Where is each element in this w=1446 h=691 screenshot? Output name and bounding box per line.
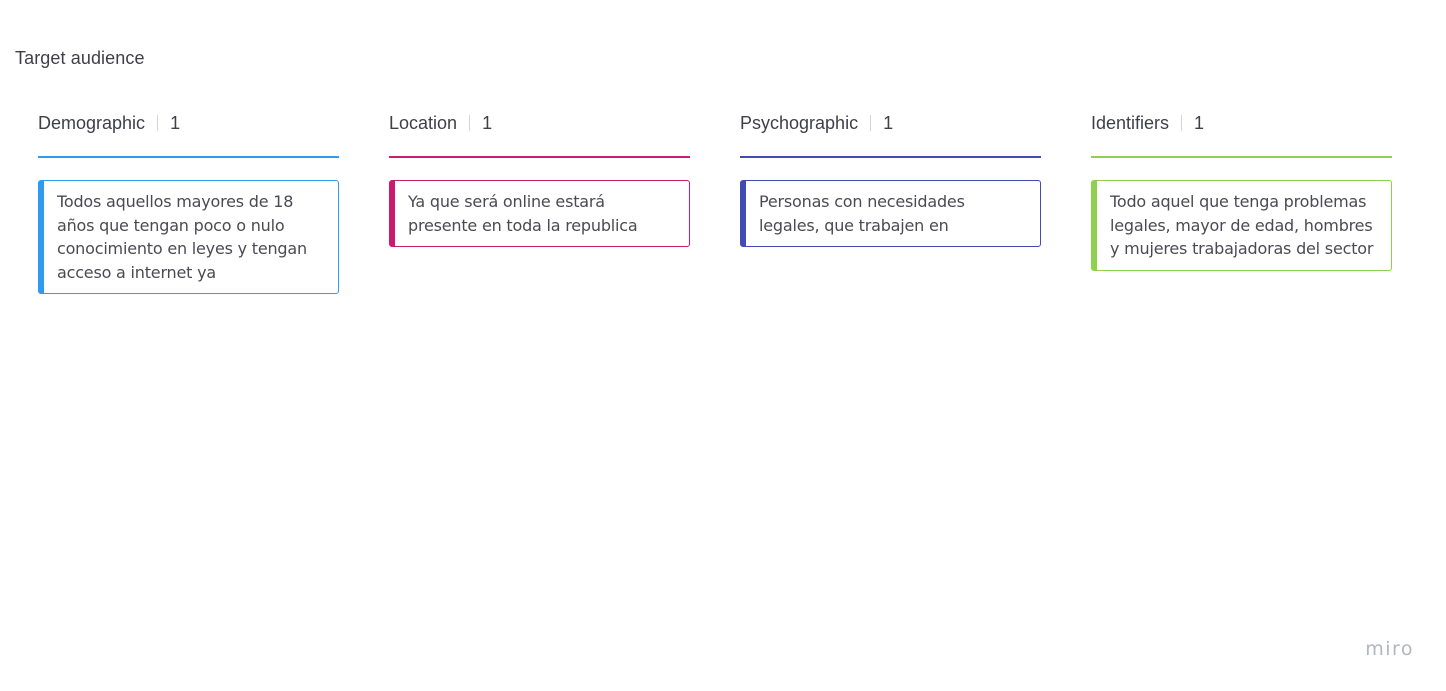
column-header[interactable]: Demographic 1 bbox=[38, 110, 339, 136]
header-divider bbox=[870, 115, 872, 131]
card-text: Todo aquel que tenga problemas legales, … bbox=[1110, 192, 1374, 258]
column-count: 1 bbox=[1194, 112, 1205, 133]
board-canvas[interactable]: Target audience Demographic 1 Todos aque… bbox=[0, 0, 1446, 691]
column-underline bbox=[389, 156, 690, 158]
column-count: 1 bbox=[482, 112, 493, 133]
column-underline bbox=[740, 156, 1041, 158]
column-location: Location 1 Ya que será online estará pre… bbox=[389, 110, 690, 247]
card[interactable]: Personas con necesidades legales, que tr… bbox=[740, 180, 1041, 247]
header-divider bbox=[1181, 115, 1183, 131]
column-title: Location bbox=[389, 112, 458, 133]
card-text: Todos aquellos mayores de 18 años que te… bbox=[57, 192, 307, 282]
card-text: Ya que será online estará presente en to… bbox=[408, 192, 638, 235]
frame-title[interactable]: Target audience bbox=[15, 48, 145, 69]
column-header[interactable]: Psychographic 1 bbox=[740, 110, 1041, 136]
column-header[interactable]: Identifiers 1 bbox=[1091, 110, 1392, 136]
card[interactable]: Todos aquellos mayores de 18 años que te… bbox=[38, 180, 339, 294]
column-title: Demographic bbox=[38, 112, 146, 133]
header-divider bbox=[157, 115, 159, 131]
card[interactable]: Ya que será online estará presente en to… bbox=[389, 180, 690, 247]
column-underline bbox=[1091, 156, 1392, 158]
miro-logo: miro bbox=[1365, 638, 1414, 660]
column-header[interactable]: Location 1 bbox=[389, 110, 690, 136]
column-count: 1 bbox=[170, 112, 181, 133]
column-underline bbox=[38, 156, 339, 158]
header-divider bbox=[469, 115, 471, 131]
column-demographic: Demographic 1 Todos aquellos mayores de … bbox=[38, 110, 339, 294]
column-count: 1 bbox=[883, 112, 894, 133]
card-text: Personas con necesidades legales, que tr… bbox=[759, 192, 965, 235]
card[interactable]: Todo aquel que tenga problemas legales, … bbox=[1091, 180, 1392, 271]
column-psychographic: Psychographic 1 Personas con necesidades… bbox=[740, 110, 1041, 247]
column-title: Identifiers bbox=[1091, 112, 1170, 133]
column-identifiers: Identifiers 1 Todo aquel que tenga probl… bbox=[1091, 110, 1392, 271]
column-title: Psychographic bbox=[740, 112, 859, 133]
